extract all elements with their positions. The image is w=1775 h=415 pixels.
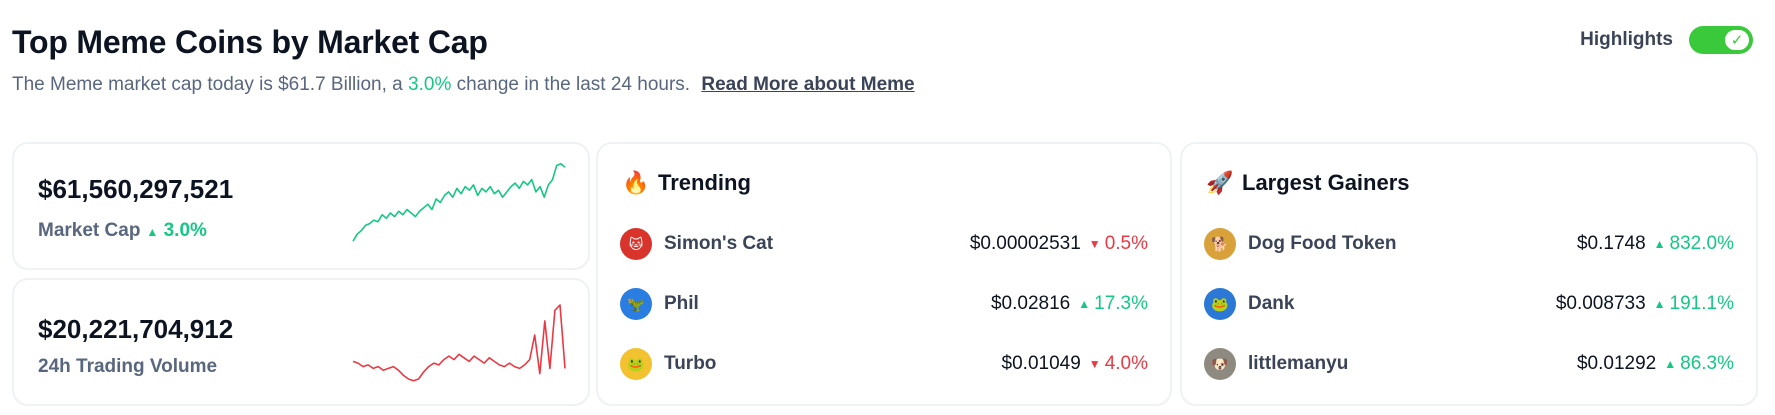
trending-row[interactable]: 🐱 Simon's Cat $0.00002531 ▼ 0.5%	[620, 226, 1148, 262]
volume-card: $20,221,704,912 24h Trading Volume	[12, 278, 590, 406]
coin-name[interactable]: Phil	[664, 293, 699, 315]
trending-row[interactable]: 🦖 Phil $0.02816 ▲ 17.3%	[620, 286, 1148, 322]
coin-change: 191.1%	[1669, 293, 1734, 314]
coin-change: 17.3%	[1094, 293, 1148, 314]
page-title: Top Meme Coins by Market Cap	[12, 24, 488, 60]
fire-icon: 🔥	[622, 170, 650, 195]
coin-price: $0.008733	[1555, 293, 1646, 314]
gainers-header: 🚀 Largest Gainers	[1206, 170, 1410, 196]
price-change: $0.00002531 ▼ 0.5%	[970, 233, 1148, 255]
coin-avatar-turbo: 🐸	[620, 348, 652, 380]
coin-avatar-littlemanyu: 🐶	[1204, 348, 1236, 380]
triangle-up-icon: ▲	[1664, 357, 1677, 371]
trending-header: 🔥 Trending	[622, 170, 751, 196]
coin-price: $0.1748	[1576, 233, 1646, 254]
triangle-up-icon: ▲	[146, 225, 159, 239]
coin-avatar-dog-food-token: 🐕	[1204, 228, 1236, 260]
gainer-row[interactable]: 🐕 Dog Food Token $0.1748 ▲ 832.0%	[1204, 226, 1734, 262]
market-cap-change: ▲ 3.0%	[146, 220, 206, 241]
coin-price: $0.01292	[1576, 353, 1657, 374]
highlights-toggle[interactable]: ✓	[1689, 26, 1753, 54]
market-cap-value: $61,560,297,521	[38, 174, 234, 204]
highlights-control: Highlights ✓	[1580, 26, 1753, 54]
triangle-up-icon: ▲	[1653, 237, 1666, 251]
largest-gainers-card: 🚀 Largest Gainers 🐕 Dog Food Token $0.17…	[1180, 142, 1758, 406]
triangle-down-icon: ▼	[1088, 357, 1101, 371]
coin-change: 4.0%	[1104, 353, 1148, 374]
price-change: $0.1748 ▲ 832.0%	[1577, 233, 1734, 255]
market-cap-change-value: 3.0%	[163, 220, 207, 241]
subtitle-text-post: change in the last 24 hours.	[451, 74, 691, 95]
coin-name[interactable]: Dog Food Token	[1248, 233, 1396, 255]
read-more-link[interactable]: Read More about Meme	[701, 74, 914, 95]
sparkline-path	[352, 304, 566, 382]
coin-avatar-dank: 🐸	[1204, 288, 1236, 320]
price-change: $0.01049 ▼ 4.0%	[1002, 353, 1148, 375]
trending-card: 🔥 Trending 🐱 Simon's Cat $0.00002531 ▼ 0…	[596, 142, 1172, 406]
gainer-row[interactable]: 🐶 littlemanyu $0.01292 ▲ 86.3%	[1204, 346, 1734, 382]
coin-name[interactable]: Turbo	[664, 353, 716, 375]
subtitle-change: 3.0%	[408, 74, 452, 95]
trending-row[interactable]: 🐸 Turbo $0.01049 ▼ 4.0%	[620, 346, 1148, 382]
volume-value: $20,221,704,912	[38, 314, 234, 344]
price-change: $0.01292 ▲ 86.3%	[1577, 353, 1734, 375]
rocket-icon: 🚀	[1206, 170, 1234, 195]
gainer-row[interactable]: 🐸 Dank $0.008733 ▲ 191.1%	[1204, 286, 1734, 322]
coin-price: $0.00002531	[969, 233, 1081, 254]
coin-price: $0.02816	[990, 293, 1071, 314]
volume-label: 24h Trading Volume	[38, 356, 218, 377]
check-icon: ✓	[1723, 28, 1751, 52]
price-change: $0.008733 ▲ 191.1%	[1556, 293, 1734, 315]
coin-name[interactable]: Dank	[1248, 293, 1294, 315]
market-cap-label: Market Cap	[38, 220, 141, 241]
volume-sparkline	[352, 304, 566, 382]
coin-change: 832.0%	[1669, 233, 1734, 254]
coin-name[interactable]: Simon's Cat	[664, 233, 773, 255]
coin-avatar-phil: 🦖	[620, 288, 652, 320]
coin-price: $0.01049	[1001, 353, 1081, 374]
triangle-up-icon: ▲	[1078, 297, 1091, 311]
coin-change: 86.3%	[1680, 353, 1734, 374]
market-cap-label-row: Market Cap ▲ 3.0%	[38, 220, 207, 242]
gainers-title: Largest Gainers	[1242, 170, 1410, 195]
market-cap-sparkline	[352, 163, 566, 242]
coin-change: 0.5%	[1104, 233, 1148, 254]
coin-name[interactable]: littlemanyu	[1248, 353, 1348, 375]
trending-title: Trending	[658, 170, 751, 195]
sparkline-path	[352, 163, 566, 242]
meme-coins-page: Top Meme Coins by Market Cap The Meme ma…	[0, 0, 1775, 415]
price-change: $0.02816 ▲ 17.3%	[991, 293, 1148, 315]
triangle-up-icon: ▲	[1653, 297, 1666, 311]
subtitle-text-pre: The Meme market cap today is $61.7 Billi…	[12, 74, 409, 95]
page-subtitle: The Meme market cap today is $61.7 Billi…	[12, 74, 915, 96]
highlights-label: Highlights	[1580, 29, 1673, 50]
market-cap-card: $61,560,297,521 Market Cap ▲ 3.0%	[12, 142, 590, 270]
triangle-down-icon: ▼	[1088, 237, 1101, 251]
coin-avatar-simons-cat: 🐱	[620, 228, 652, 260]
